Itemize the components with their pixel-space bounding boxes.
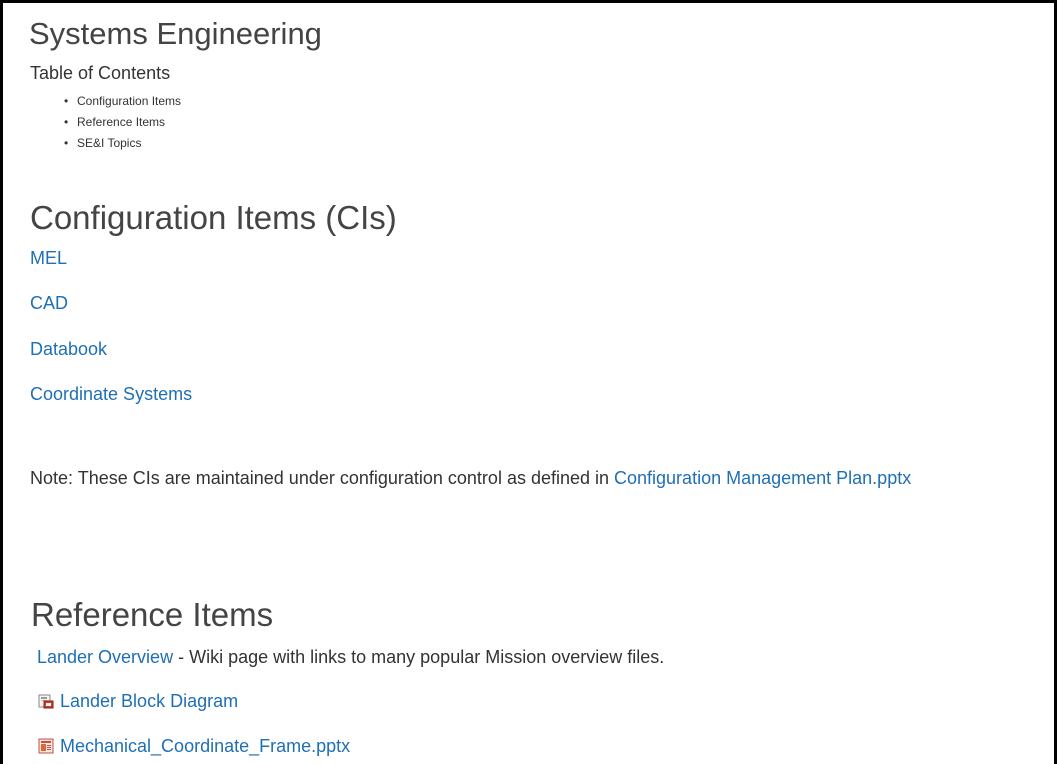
note-text: Note: These CIs are maintained under con… (30, 468, 615, 488)
page-title: Systems Engineering (29, 16, 322, 51)
coordinate-systems-link[interactable]: Coordinate Systems (30, 384, 192, 405)
reference-items-heading: Reference Items (31, 596, 274, 633)
mechanical-coordinate-frame-item[interactable]: Mechanical_Coordinate_Frame.pptx (38, 736, 350, 757)
lander-block-diagram-item[interactable]: Lander Block Diagram (38, 691, 238, 712)
bullet-icon: • (64, 94, 69, 108)
lander-overview-description: - Wiki page with links to many popular M… (173, 647, 665, 667)
lander-overview-line: Lander Overview - Wiki page with links t… (37, 647, 664, 668)
page-frame: Systems Engineering Table of Contents • … (0, 0, 1057, 764)
configuration-items-heading: Configuration Items (CIs) (30, 199, 397, 236)
bullet-icon: • (64, 136, 69, 150)
mechanical-coordinate-frame-link[interactable]: Mechanical_Coordinate_Frame.pptx (60, 736, 350, 756)
toc-item-reference-items[interactable]: • Reference Items (61, 114, 181, 135)
toc-item-label: Reference Items (77, 115, 166, 129)
diagram-file-icon (38, 693, 54, 709)
bullet-icon: • (64, 115, 69, 129)
toc-item-configuration-items[interactable]: • Configuration Items (61, 93, 181, 114)
config-control-note: Note: These CIs are maintained under con… (30, 468, 911, 489)
lander-overview-link[interactable]: Lander Overview (37, 647, 173, 667)
configuration-management-plan-link[interactable]: Configuration Management Plan.pptx (614, 468, 911, 488)
table-of-contents: • Configuration Items • Reference Items … (61, 93, 181, 156)
powerpoint-file-icon (38, 738, 54, 754)
lander-block-diagram-link[interactable]: Lander Block Diagram (60, 691, 238, 711)
toc-item-label: Configuration Items (77, 94, 182, 108)
toc-item-label: SE&I Topics (77, 136, 142, 150)
toc-title: Table of Contents (30, 63, 171, 83)
toc-item-sei-topics[interactable]: • SE&I Topics (61, 135, 181, 156)
databook-link[interactable]: Databook (30, 339, 107, 360)
cad-link[interactable]: CAD (30, 293, 68, 314)
mel-link[interactable]: MEL (30, 248, 67, 269)
